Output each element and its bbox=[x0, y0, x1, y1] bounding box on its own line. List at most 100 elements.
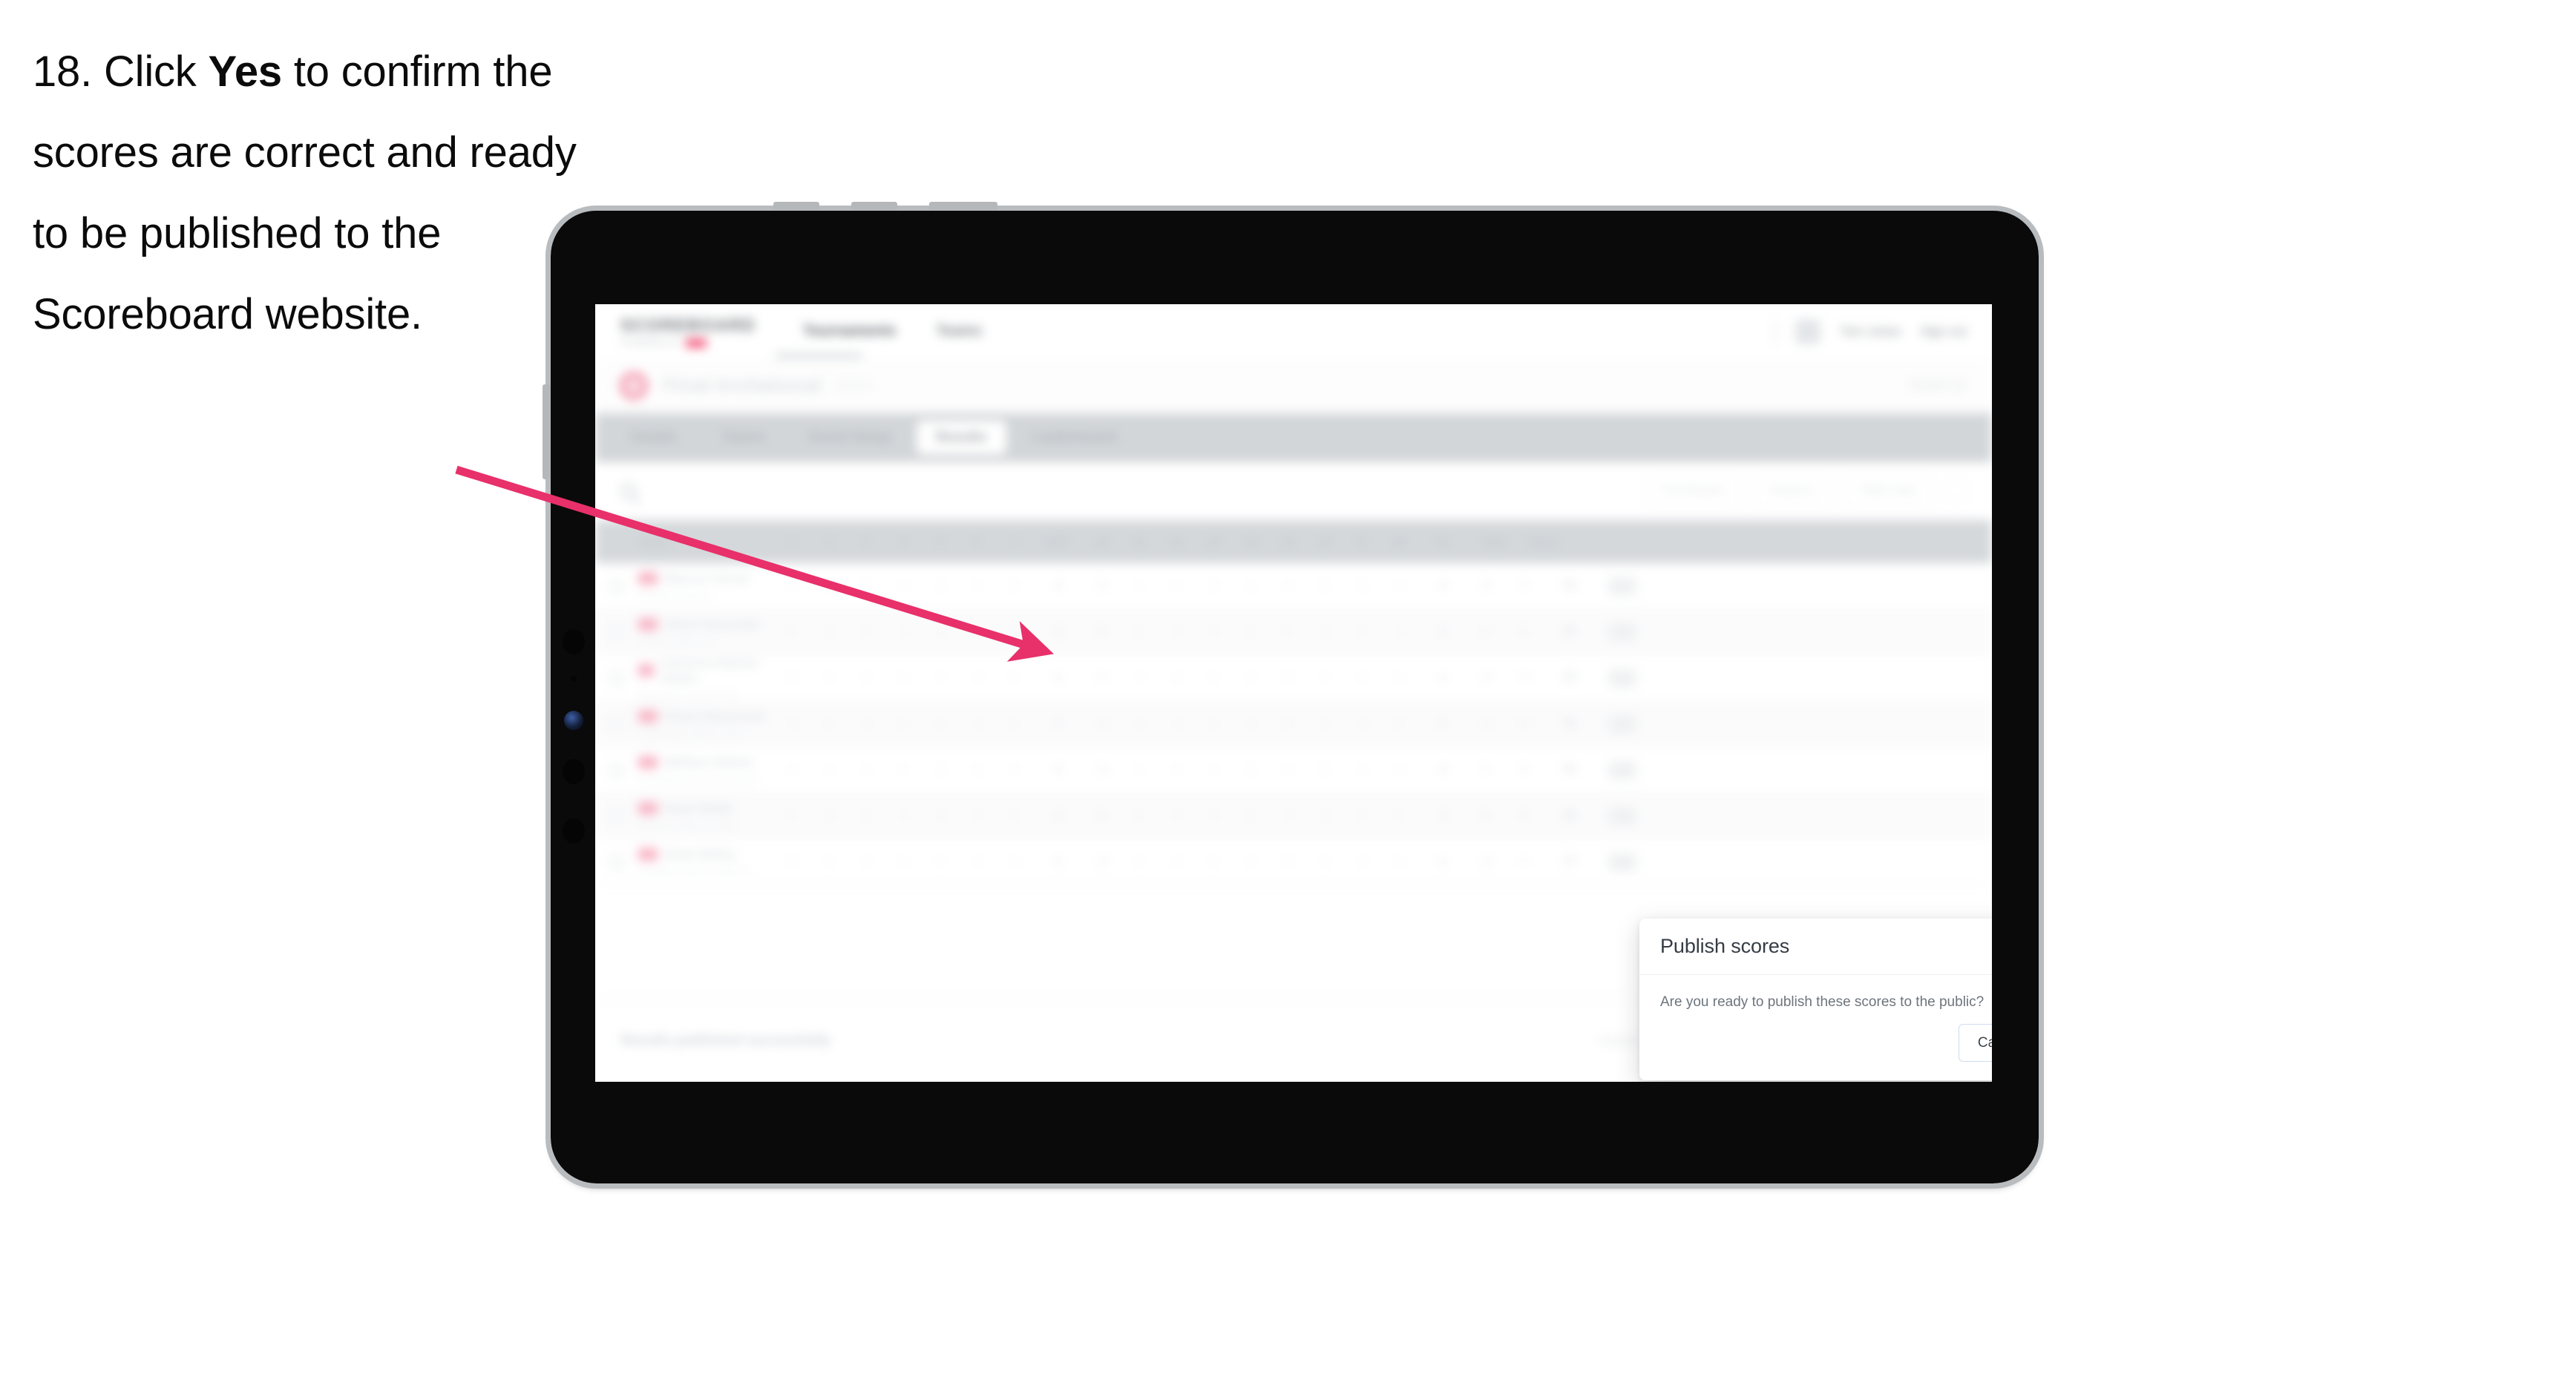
score-cell[interactable]: 4 bbox=[1232, 579, 1269, 592]
power-button[interactable] bbox=[929, 202, 997, 210]
score-subtotal-cell[interactable]: 4 bbox=[1033, 671, 1084, 684]
score-cell[interactable]: 4 bbox=[1158, 763, 1195, 776]
volume-up-button[interactable] bbox=[773, 202, 819, 210]
column-header[interactable]: 2 bbox=[810, 536, 848, 548]
column-header[interactable]: Total bbox=[1468, 536, 1518, 548]
score-cell[interactable]: 4 bbox=[885, 855, 922, 868]
score-cell[interactable]: 5 bbox=[1158, 809, 1195, 822]
score-cell[interactable]: 4 bbox=[922, 625, 959, 638]
table-row[interactable]: Marcus Turner Eastside Athletics 4 3 5 4 3 4 5 4 3… bbox=[595, 563, 1992, 609]
score-cell[interactable]: 39 bbox=[1084, 855, 1121, 868]
score-subtotal-cell[interactable]: 4 bbox=[1418, 763, 1468, 776]
score-cell[interactable]: 5 bbox=[848, 809, 885, 822]
user-name-label[interactable]: Tom Jones bbox=[1840, 324, 1901, 339]
score-cell[interactable]: 5 bbox=[996, 809, 1033, 822]
score-cell[interactable]: 5 bbox=[810, 855, 848, 868]
score-cell[interactable]: 4 bbox=[848, 625, 885, 638]
score-cell[interactable]: 4 bbox=[922, 809, 959, 822]
score-cell[interactable]: 4 bbox=[773, 579, 810, 592]
score-cell[interactable]: 38 bbox=[1084, 763, 1121, 776]
round-select[interactable]: Round 1 bbox=[1754, 474, 1831, 508]
score-cell[interactable]: 5 bbox=[1269, 763, 1306, 776]
score-cell[interactable]: 74 bbox=[1505, 717, 1542, 730]
tab-details[interactable]: Details bbox=[612, 421, 696, 455]
score-cell[interactable]: 3 bbox=[810, 579, 848, 592]
score-cell[interactable]: 4 bbox=[773, 763, 810, 776]
score-subtotal-cell[interactable]: 3 bbox=[1418, 855, 1468, 868]
score-cell[interactable]: 5 bbox=[1380, 717, 1418, 730]
score-cell[interactable]: 5 bbox=[922, 855, 959, 868]
score-cell[interactable]: 5 bbox=[1306, 763, 1343, 776]
column-header[interactable]: 6 bbox=[959, 536, 996, 548]
score-cell[interactable]: 5 bbox=[810, 717, 848, 730]
score-cell[interactable]: 4 bbox=[1269, 855, 1306, 868]
score-cell[interactable]: 36 bbox=[1084, 625, 1121, 638]
score-cell[interactable]: 5 bbox=[885, 763, 922, 776]
score-cell[interactable]: 38 bbox=[1468, 855, 1505, 868]
score-cell[interactable]: 5 bbox=[848, 671, 885, 684]
table-row[interactable]: Ryan Webb Hillcrest Leisure Centre 5 3 5 4 4 4 5… bbox=[595, 793, 1992, 839]
score-cell[interactable]: 37 bbox=[1468, 717, 1505, 730]
score-cell[interactable]: 4 bbox=[1232, 855, 1269, 868]
score-cell[interactable]: 38 bbox=[1468, 809, 1505, 822]
score-cell[interactable]: 3 bbox=[810, 809, 848, 822]
volume-down-button[interactable] bbox=[851, 202, 897, 210]
cancel-link[interactable]: Cancel bbox=[1599, 1034, 1638, 1048]
score-cell[interactable]: 5 bbox=[996, 579, 1033, 592]
score-cell[interactable]: 4 bbox=[1269, 579, 1306, 592]
avatar[interactable] bbox=[1795, 318, 1821, 344]
score-cell[interactable]: 3 bbox=[1232, 763, 1269, 776]
settings-icon[interactable] bbox=[1946, 481, 1967, 502]
score-cell[interactable]: 36 bbox=[1468, 671, 1505, 684]
column-header[interactable]: 7 bbox=[996, 536, 1033, 548]
score-cell[interactable]: 3 bbox=[959, 671, 996, 684]
nav-item-teams[interactable]: Teams bbox=[936, 323, 982, 340]
column-header[interactable]: 3 bbox=[848, 536, 885, 548]
score-cell[interactable]: 4 bbox=[885, 717, 922, 730]
side-button[interactable] bbox=[543, 384, 551, 479]
score-cell[interactable]: 4 bbox=[996, 717, 1033, 730]
score-subtotal-cell[interactable]: 5 bbox=[1033, 763, 1084, 776]
score-cell[interactable]: 37 bbox=[1468, 625, 1505, 638]
score-cell[interactable]: 4 bbox=[810, 625, 848, 638]
score-cell[interactable]: 4 bbox=[1121, 763, 1158, 776]
score-cell[interactable]: 4 bbox=[959, 579, 996, 592]
score-cell[interactable]: 4 bbox=[1380, 855, 1418, 868]
score-cell[interactable]: 5 bbox=[1195, 671, 1232, 684]
score-cell[interactable]: 4 bbox=[848, 855, 885, 868]
score-cell[interactable]: 4 bbox=[996, 763, 1033, 776]
score-subtotal-cell[interactable]: 5 bbox=[1033, 855, 1084, 868]
column-header[interactable]: 15 bbox=[1269, 536, 1306, 548]
score-cell[interactable]: 36 bbox=[1468, 579, 1505, 592]
score-cell[interactable]: 3 bbox=[1195, 579, 1232, 592]
view-select[interactable]: Table View bbox=[1843, 474, 1933, 508]
column-header[interactable]: 16 bbox=[1306, 536, 1343, 548]
score-cell[interactable]: 4 bbox=[1306, 717, 1343, 730]
score-cell[interactable]: 5 bbox=[773, 625, 810, 638]
score-cell[interactable]: 72 bbox=[1505, 579, 1542, 592]
score-cell[interactable]: 3 bbox=[922, 579, 959, 592]
score-cell[interactable]: 4 bbox=[1343, 625, 1380, 638]
score-subtotal-cell[interactable]: 4 bbox=[1418, 809, 1468, 822]
score-cell[interactable]: 4 bbox=[1343, 809, 1380, 822]
score-cell[interactable]: 4 bbox=[1195, 809, 1232, 822]
score-cell[interactable]: 5 bbox=[959, 763, 996, 776]
score-cell[interactable]: 3 bbox=[1232, 625, 1269, 638]
table-row[interactable]: Oliver Reynolds Summit Golf Club 5 4 4 3 4 5 4 3 3… bbox=[595, 609, 1992, 655]
column-header[interactable]: 14 bbox=[1232, 536, 1269, 548]
score-cell[interactable]: 4 bbox=[1195, 625, 1232, 638]
column-header[interactable]: Score bbox=[1518, 536, 1569, 548]
column-header[interactable]: 18 bbox=[1380, 536, 1418, 548]
score-cell[interactable]: 4 bbox=[885, 809, 922, 822]
score-cell[interactable]: 3 bbox=[773, 717, 810, 730]
score-cell[interactable]: 3 bbox=[1158, 671, 1195, 684]
column-header[interactable]: 11 bbox=[1121, 536, 1158, 548]
score-cell[interactable]: 4 bbox=[1306, 625, 1343, 638]
row-checkbox[interactable] bbox=[609, 670, 624, 686]
score-cell[interactable]: 3 bbox=[885, 625, 922, 638]
table-row[interactable]: Noah Bailey Lakeside Sports Academy 4 5 4 4 5 4… bbox=[595, 839, 1992, 885]
score-cell[interactable]: 5 bbox=[1306, 855, 1343, 868]
score-cell[interactable]: 75 bbox=[1505, 763, 1542, 776]
score-cell[interactable]: 4 bbox=[1380, 579, 1418, 592]
column-header[interactable]: Player bbox=[595, 536, 773, 548]
